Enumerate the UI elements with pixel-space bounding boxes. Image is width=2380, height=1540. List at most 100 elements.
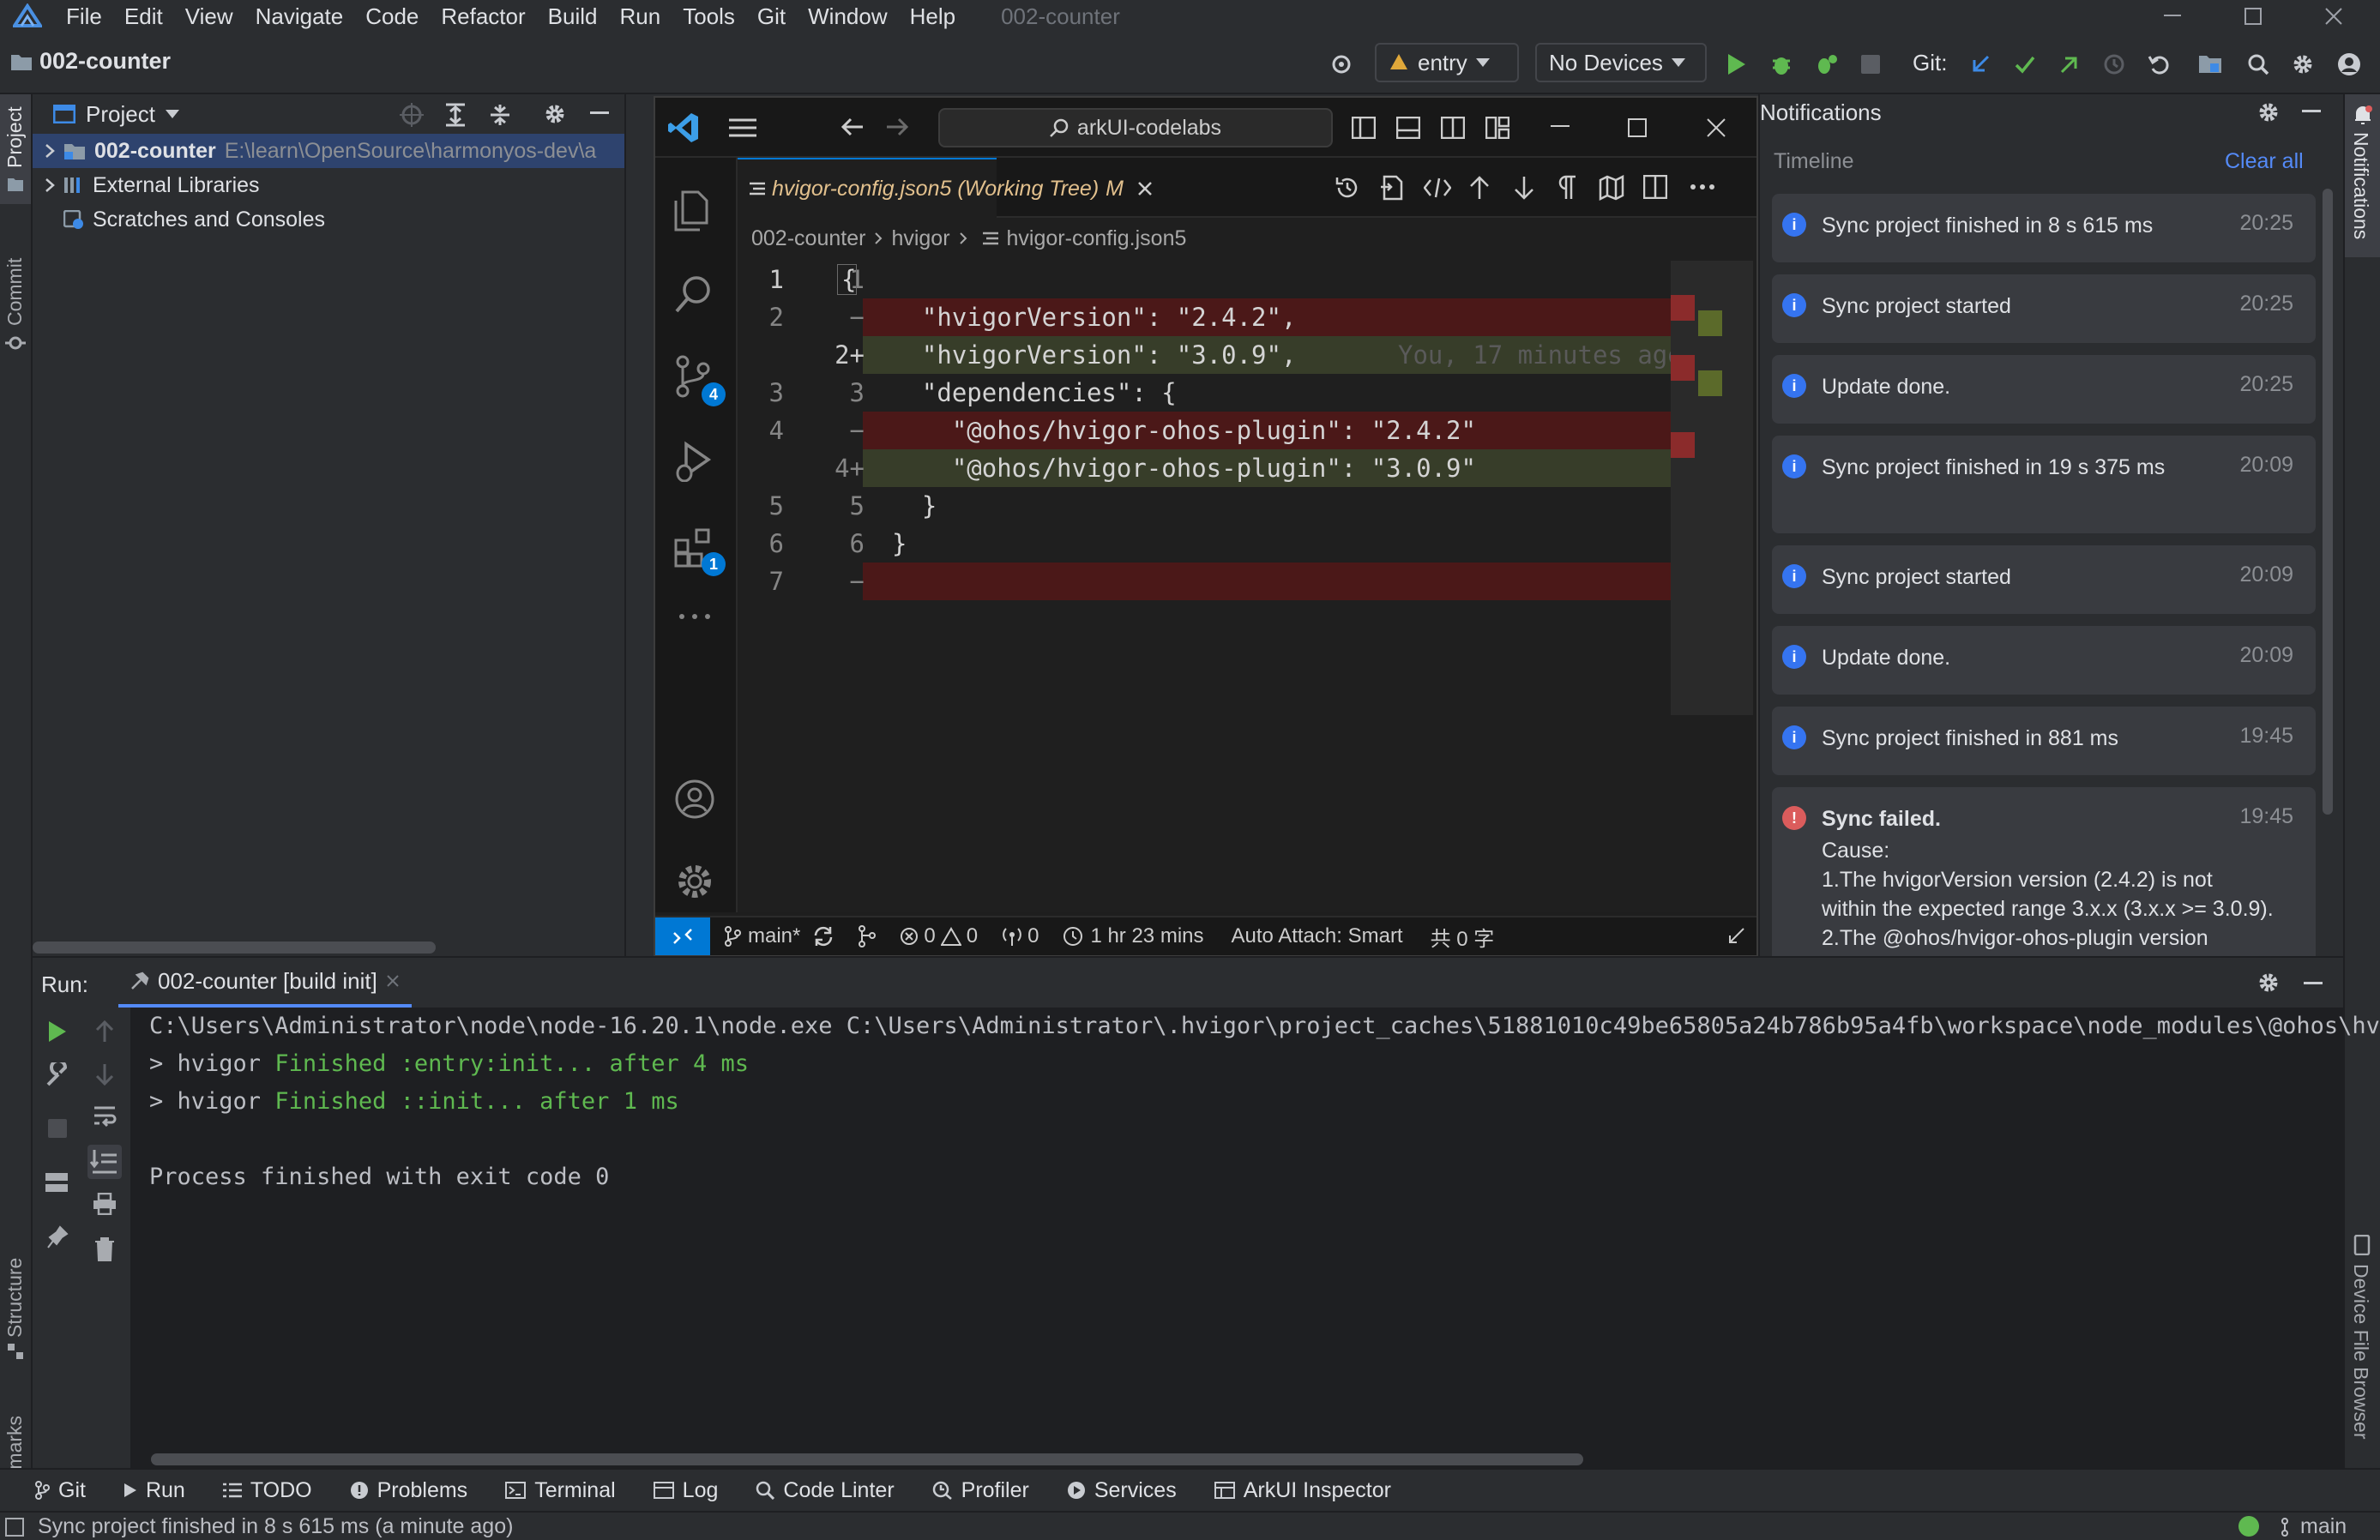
minimap-icon[interactable] [1599,175,1624,201]
menu-help[interactable]: Help [899,3,967,30]
commit-tool-tab[interactable]: Commit [0,223,31,429]
bottom-tab-terminal[interactable]: Terminal [505,1478,616,1503]
bottom-tab-run[interactable]: Run [124,1478,185,1503]
auto-attach-status[interactable]: Auto Attach: Smart [1232,924,1403,948]
menu-run[interactable]: Run [608,3,672,30]
expand-all-icon[interactable] [444,103,467,127]
code-area[interactable]: 11 { 2− "hvigorVersion": "2.4.2", 2+ "hv… [738,261,1683,621]
status-branch[interactable]: main [2281,1514,2347,1539]
vertical-scrollbar[interactable] [2323,189,2333,815]
bottom-tab-problems[interactable]: Problems [350,1478,467,1503]
status-indicator-icon[interactable] [2238,1516,2259,1537]
device-select[interactable]: No Devices [1535,43,1707,82]
run-button[interactable] [1722,50,1751,79]
toggle-tool-windows-icon[interactable] [5,1518,24,1537]
notification-item[interactable]: i Sync project finished in 881 ms 19:45 [1772,707,2316,775]
customize-layout-icon[interactable] [1485,117,1509,139]
pin-icon[interactable] [46,1225,69,1249]
notification-item[interactable]: i Sync project finished in 19 s 375 ms 2… [1772,436,2316,533]
breadcrumb-item[interactable]: 002-counter [751,226,865,251]
tree-item-scratches[interactable]: Scratches and Consoles [33,202,624,237]
edit-config-wrench-icon[interactable] [46,1062,70,1086]
toggle-panel-icon[interactable] [1396,117,1420,139]
attach-debugger-icon[interactable] [1811,50,1841,79]
settings-gear-icon[interactable] [2257,972,2280,994]
notifications-tool-tab[interactable]: Notifications [2345,94,2380,257]
bottom-tab-arkui-inspector[interactable]: ArkUI Inspector [1214,1478,1391,1503]
hide-panel-icon[interactable] [2302,110,2321,113]
bottom-tab-services[interactable]: Services [1067,1478,1177,1503]
menu-edit[interactable]: Edit [113,3,174,30]
git-update-icon[interactable] [1966,50,1995,79]
notification-item[interactable]: i Sync project started 20:25 [1772,274,2316,343]
back-arrow-icon[interactable] [841,115,865,139]
clear-all-link[interactable]: Clear all [2225,149,2304,174]
split-editor-icon[interactable] [1643,175,1667,199]
layout-icon[interactable] [45,1172,69,1193]
git-push-icon[interactable] [2055,50,2084,79]
notification-item[interactable]: i Sync project started 20:09 [1772,545,2316,614]
scroll-to-end-icon[interactable] [87,1145,122,1179]
status-message[interactable]: Sync project finished in 8 s 615 ms (a m… [38,1514,513,1539]
notifications-bell-icon[interactable] [1727,927,1746,946]
git-graph-icon[interactable] [857,925,877,947]
target-icon[interactable] [1327,50,1356,79]
horizontal-scrollbar[interactable] [151,1453,1583,1465]
bottom-tab-git[interactable]: Git [34,1478,86,1503]
menu-view[interactable]: View [174,3,244,30]
bottom-tab-log[interactable]: Log [653,1478,718,1503]
editor-tab-hvigor-config[interactable]: hvigor-config.json5 (Working Tree) M [738,158,1152,218]
minimize-button[interactable] [2132,0,2213,33]
close-icon[interactable] [1137,181,1153,196]
trash-icon[interactable] [94,1237,115,1261]
hamburger-menu-icon[interactable] [729,118,756,137]
vscode-minimize-button[interactable] [1551,125,1570,129]
problems-status[interactable]: 0 0 [900,924,978,948]
menu-tools[interactable]: Tools [672,3,746,30]
maximize-button[interactable] [2213,0,2293,33]
run-tab[interactable]: 002-counter [build init] [118,958,412,1008]
project-tool-tab[interactable]: Project [0,94,31,204]
more-actions-icon[interactable] [1690,183,1715,190]
toggle-secondary-sidebar-icon[interactable] [1441,117,1465,139]
project-structure-icon[interactable] [2196,50,2225,79]
search-icon[interactable] [2244,50,2273,79]
run-debug-icon[interactable] [674,441,714,482]
explorer-files-icon[interactable] [674,190,712,232]
notification-error-item[interactable]: ! Sync failed. 19:45 Cause: 1.The hvigor… [1772,787,2316,956]
whitespace-pilcrow-icon[interactable] [1558,175,1576,201]
bottom-tab-todo[interactable]: TODO [222,1478,312,1503]
accounts-icon[interactable] [674,779,715,820]
char-count-status[interactable]: 共 0 字 [1431,922,1495,952]
menu-build[interactable]: Build [537,3,609,30]
soft-wrap-icon[interactable] [93,1105,117,1128]
notification-item[interactable]: i Sync project finished in 8 s 615 ms 20… [1772,194,2316,262]
stop-button[interactable] [48,1119,67,1138]
vscode-close-button[interactable] [1707,118,1726,137]
notification-item[interactable]: i Update done. 20:09 [1772,626,2316,695]
overview-ruler[interactable] [1671,261,1753,715]
settings-gear-icon[interactable] [544,103,566,125]
stop-button[interactable] [1856,50,1885,79]
account-avatar-icon[interactable] [2335,50,2364,79]
next-change-arrow-icon[interactable] [1513,175,1535,201]
hide-panel-icon[interactable] [2304,982,2323,985]
menu-window[interactable]: Window [797,3,898,30]
debug-bug-icon[interactable] [1767,50,1796,79]
more-ellipsis-icon[interactable] [678,612,712,621]
bottom-tab-code-linter[interactable]: Code Linter [756,1478,895,1503]
manage-gear-icon[interactable] [674,861,715,902]
menu-git[interactable]: Git [746,3,797,30]
rerun-play-icon[interactable] [46,1020,69,1044]
menu-refactor[interactable]: Refactor [430,3,536,30]
close-icon[interactable] [386,974,400,988]
toggle-primary-sidebar-icon[interactable] [1352,117,1376,139]
close-window-button[interactable] [2293,0,2374,33]
menu-file[interactable]: File [55,3,113,30]
rollback-icon[interactable] [2144,50,2173,79]
breadcrumb-item[interactable]: hvigor [891,226,949,251]
history-icon[interactable] [1335,175,1360,201]
search-icon[interactable] [674,274,714,314]
notification-item[interactable]: i Update done. 20:25 [1772,355,2316,424]
inline-view-icon[interactable] [1424,175,1451,201]
